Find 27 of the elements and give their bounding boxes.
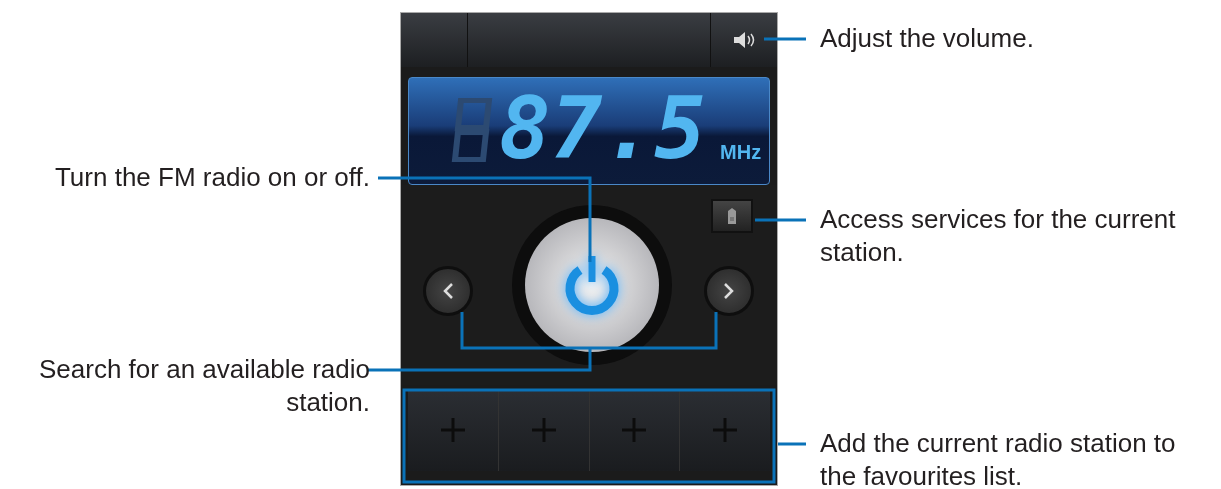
plus-icon: [711, 416, 740, 444]
unlit-digit-drawing: [449, 98, 493, 162]
chevron-left-icon: [442, 282, 454, 300]
previous-station-button[interactable]: [423, 266, 473, 316]
favourite-slot-button[interactable]: [498, 389, 590, 471]
chevron-right-icon: [723, 282, 735, 300]
callout-text: Adjust the volume.: [820, 22, 1034, 55]
tag-icon: [726, 207, 738, 225]
frequency-value: 87.5: [499, 88, 707, 168]
favourite-slot-button[interactable]: [408, 389, 499, 471]
power-button[interactable]: [525, 218, 659, 352]
plus-icon: [529, 416, 558, 444]
plus-icon: [438, 416, 467, 444]
plus-icon: [620, 416, 649, 444]
speaker-icon: [733, 31, 755, 49]
callout-text: Access services for the current station.: [820, 203, 1176, 269]
frequency-unit: MHz: [720, 141, 762, 164]
callout-text: Add the current radio station to the favourites list.: [820, 427, 1176, 489]
callout-text: Search for an available radio station.: [39, 353, 370, 419]
favourite-slot-button[interactable]: [589, 389, 681, 471]
favourite-slot-button[interactable]: [680, 389, 770, 471]
leader-line: [755, 218, 806, 222]
next-station-button[interactable]: [704, 266, 754, 316]
callout-text: Turn the FM radio on or off.: [54, 161, 370, 194]
volume-button[interactable]: [711, 13, 777, 67]
leader-line: [764, 37, 806, 41]
station-services-button[interactable]: [711, 199, 753, 233]
